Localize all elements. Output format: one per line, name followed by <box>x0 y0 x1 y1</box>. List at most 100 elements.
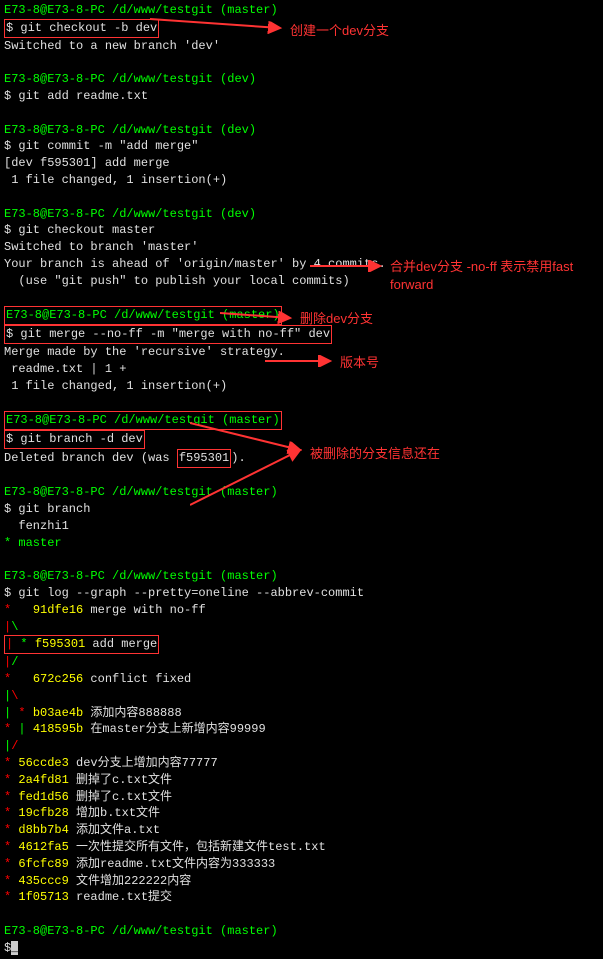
prompt-line: E73-8@E73-8-PC /d/www/testgit (dev) <box>4 122 599 139</box>
graph-char: * <box>4 874 11 888</box>
commit-msg: 添加readme.txt文件内容为333333 <box>69 857 275 871</box>
log-line: * fed1d56 删掉了c.txt文件 <box>4 789 599 806</box>
log-line: * | 418595b 在master分支上新增内容99999 <box>4 721 599 738</box>
log-line: |/ <box>4 654 599 671</box>
graph-char: * <box>4 756 11 770</box>
log-line: * 4612fa5 一次性提交所有文件，包括新建文件test.txt <box>4 839 599 856</box>
commit-hash: fed1d56 <box>18 790 68 804</box>
log-line: * 19cfb28 增加b.txt文件 <box>4 805 599 822</box>
highlight-box: $ git branch -d dev <box>4 430 145 449</box>
blank-line <box>4 552 599 569</box>
command-line: $ git log --graph --pretty=oneline --abb… <box>4 585 599 602</box>
output-line: 1 file changed, 1 insertion(+) <box>4 172 599 189</box>
commit-hash: 435ccc9 <box>18 874 68 888</box>
arrow-icon <box>220 310 300 325</box>
commit-hash: 19cfb28 <box>18 806 68 820</box>
command-text: git checkout -b dev <box>20 21 157 35</box>
log-line: | * b03ae4b 添加内容888888 <box>4 705 599 722</box>
graph-char: * <box>4 722 11 736</box>
graph-char: * <box>4 806 11 820</box>
blank-line <box>4 54 599 71</box>
highlight-box: $ git merge --no-ff -m "merge with no-ff… <box>4 325 332 344</box>
blank-line <box>4 189 599 206</box>
annotation-merge-noff: 合并dev分支 -no-ff 表示禁用fast forward <box>390 258 590 294</box>
annotation-delete-dev: 删除dev分支 <box>300 310 373 328</box>
log-line: * 672c256 conflict fixed <box>4 671 599 688</box>
highlight-box: | * f595301 add merge <box>4 635 159 654</box>
output-line: Switched to branch 'master' <box>4 239 599 256</box>
graph-char: | <box>6 637 13 651</box>
annotation-create-dev: 创建一个dev分支 <box>290 22 389 40</box>
commit-msg: merge with no-ff <box>83 603 205 617</box>
highlight-box: $ git checkout -b dev <box>4 19 159 38</box>
commit-msg: conflict fixed <box>83 672 191 686</box>
commit-hash: 4612fa5 <box>18 840 68 854</box>
arrow-icon <box>190 445 310 510</box>
commit-msg: readme.txt提交 <box>69 890 172 904</box>
terminal-line: E73-8@E73-8-PC /d/www/testgit (master) <box>4 2 599 19</box>
commit-hash: 91dfe16 <box>33 603 83 617</box>
annotation-version: 版本号 <box>340 354 379 372</box>
commit-hash: 672c256 <box>33 672 83 686</box>
blank-line <box>4 906 599 923</box>
graph-char: / <box>11 655 18 669</box>
dollar-sign: $ <box>6 327 20 341</box>
graph-char: * <box>4 890 11 904</box>
blank-line <box>4 105 599 122</box>
commit-msg: 删掉了c.txt文件 <box>69 790 172 804</box>
graph-char: * <box>18 706 25 720</box>
log-line: |\ <box>4 619 599 636</box>
commit-hash: 418595b <box>33 722 83 736</box>
commit-msg: 增加b.txt文件 <box>69 806 160 820</box>
graph-char: | <box>18 722 25 736</box>
arrow-icon <box>310 260 390 272</box>
commit-hash: 1f05713 <box>18 890 68 904</box>
commit-msg: add merge <box>85 637 157 651</box>
commit-hash: d8bb7b4 <box>18 823 68 837</box>
output-line: * master <box>4 535 599 552</box>
graph-char: * <box>4 840 11 854</box>
prompt-line[interactable]: $_ <box>4 940 599 957</box>
command-text: git branch -d dev <box>20 432 142 446</box>
commit-msg: 文件增加222222内容 <box>69 874 191 888</box>
log-line: * 1f05713 readme.txt提交 <box>4 889 599 906</box>
graph-char: * <box>4 672 11 686</box>
graph-char: \ <box>11 620 18 634</box>
command-line: $ git checkout master <box>4 222 599 239</box>
arrow-icon <box>150 14 290 34</box>
log-line: |\ <box>4 688 599 705</box>
commit-hash: b03ae4b <box>33 706 83 720</box>
commit-msg: 添加内容888888 <box>83 706 181 720</box>
prompt-line: E73-8@E73-8-PC /d/www/testgit (dev) <box>4 206 599 223</box>
graph-char: | <box>4 706 11 720</box>
graph-char: * <box>4 857 11 871</box>
log-line: * d8bb7b4 添加文件a.txt <box>4 822 599 839</box>
log-line: * 435ccc9 文件增加222222内容 <box>4 873 599 890</box>
graph-char: / <box>11 739 18 753</box>
output-line: fenzhi1 <box>4 518 599 535</box>
output-line: [dev f595301] add merge <box>4 155 599 172</box>
log-line: | * f595301 add merge <box>4 635 599 654</box>
commit-msg: 添加文件a.txt <box>69 823 160 837</box>
graph-char: * <box>4 603 11 617</box>
log-line: |/ <box>4 738 599 755</box>
command-text: git merge --no-ff -m "merge with no-ff" … <box>20 327 330 341</box>
arrow-icon <box>265 355 340 367</box>
command-line: $ git add readme.txt <box>4 88 599 105</box>
cursor: _ <box>11 941 18 955</box>
command-line: $ git commit -m "add merge" <box>4 138 599 155</box>
commit-msg: 在master分支上新增内容99999 <box>83 722 265 736</box>
commit-hash: 6fcfc89 <box>18 857 68 871</box>
log-line: * 91dfe16 merge with no-ff <box>4 602 599 619</box>
annotation-deleted-info: 被删除的分支信息还在 <box>310 445 440 463</box>
graph-char: \ <box>11 689 18 703</box>
output-text: Deleted branch dev (was <box>4 451 177 465</box>
output-line: 1 file changed, 1 insertion(+) <box>4 378 599 395</box>
blank-line <box>4 394 599 411</box>
log-line: * 56ccde3 dev分支上增加内容77777 <box>4 755 599 772</box>
log-line: * 6fcfc89 添加readme.txt文件内容为333333 <box>4 856 599 873</box>
prompt-line: E73-8@E73-8-PC /d/www/testgit (master) <box>4 923 599 940</box>
graph-char: * <box>20 637 27 651</box>
commit-msg: dev分支上增加内容77777 <box>69 756 218 770</box>
commit-hash: 56ccde3 <box>18 756 68 770</box>
